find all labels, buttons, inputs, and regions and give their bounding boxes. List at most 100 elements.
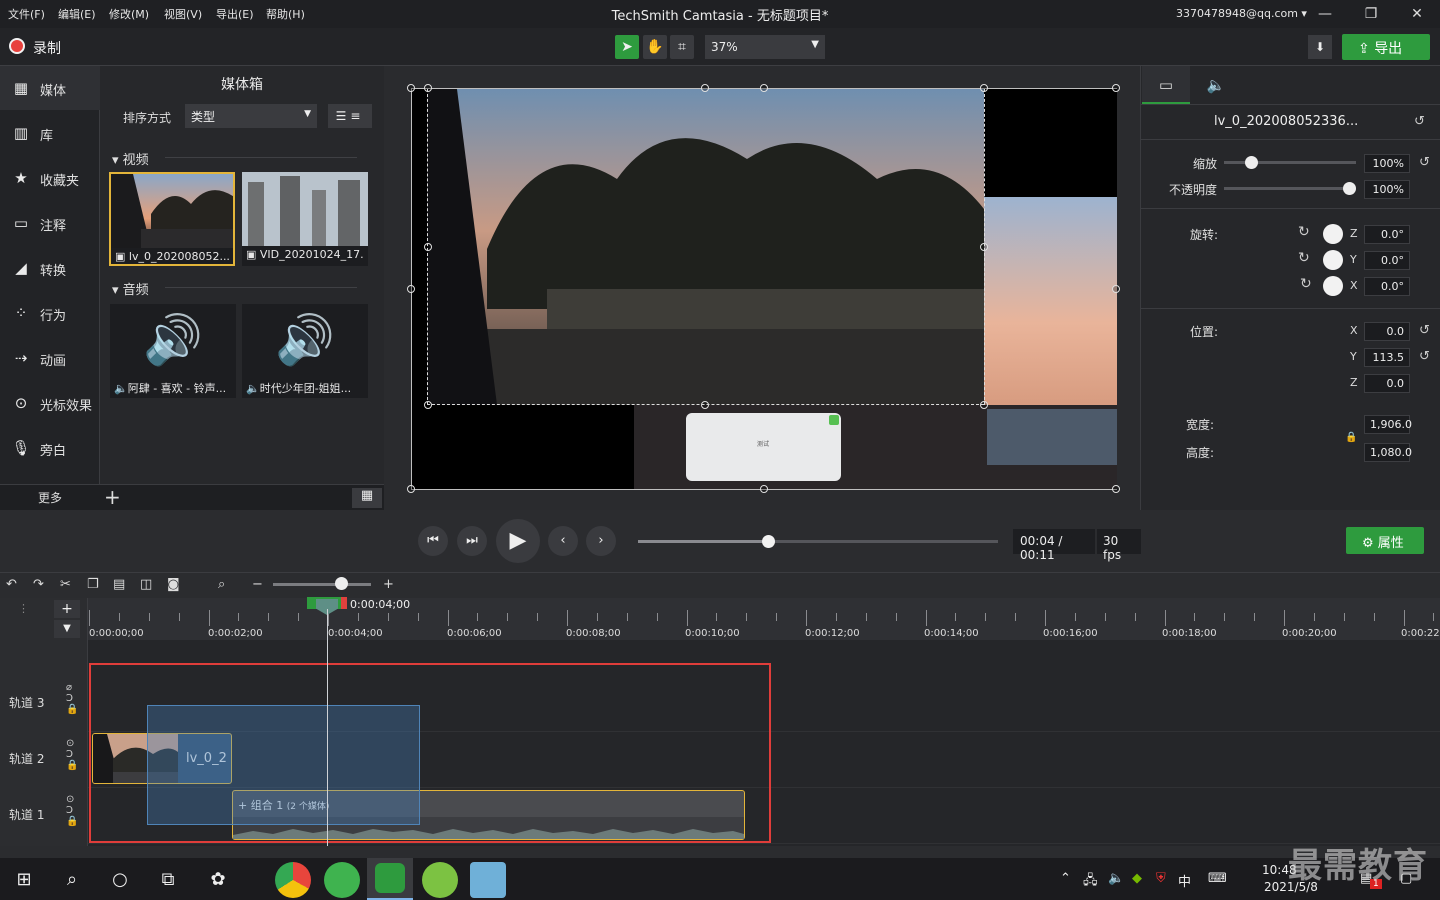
task-view-icon[interactable]: ⧉ bbox=[154, 866, 182, 894]
notepad-icon[interactable] bbox=[470, 862, 506, 898]
watermelon-app-icon[interactable] bbox=[422, 862, 458, 898]
properties-button[interactable]: ⚙ 属性 bbox=[1346, 527, 1424, 554]
resize-handle[interactable] bbox=[424, 243, 432, 251]
resize-handle[interactable] bbox=[1112, 485, 1120, 493]
rotation-z-dial[interactable] bbox=[1323, 224, 1343, 244]
undo-icon[interactable]: ↶ bbox=[6, 577, 17, 592]
windows-start-icon[interactable]: ⊞ bbox=[10, 866, 38, 894]
sidebar-item-cursor-effects[interactable]: ⊙ 光标效果 bbox=[0, 381, 100, 425]
lock-aspect-icon[interactable]: 🔒 bbox=[1345, 432, 1357, 443]
position-y-field[interactable]: 113.5 bbox=[1364, 348, 1410, 367]
height-field[interactable]: 1,080.0 bbox=[1364, 443, 1412, 462]
sort-dropdown[interactable]: 类型 ▼ bbox=[185, 104, 317, 128]
sidebar-item-animations[interactable]: ⇢ 动画 bbox=[0, 336, 100, 380]
scale-slider[interactable] bbox=[1224, 161, 1356, 164]
security-icon[interactable]: ⛨ bbox=[1156, 871, 1166, 886]
resize-handle[interactable] bbox=[407, 84, 415, 92]
opacity-slider[interactable] bbox=[1224, 187, 1356, 190]
resize-handle[interactable] bbox=[1112, 285, 1120, 293]
sidebar-item-media[interactable]: ▦ 媒体 bbox=[0, 66, 100, 110]
track-controls[interactable]: ⌀ Ↄ 🔒 bbox=[66, 682, 78, 715]
next-marker-icon[interactable]: › bbox=[586, 526, 616, 556]
sidebar-item-voice-narration[interactable]: 🎙 旁白 bbox=[0, 426, 100, 470]
media-thumb-video-1[interactable]: ▣ lv_0_202008052... bbox=[109, 172, 235, 266]
reset-icon[interactable]: ↺ bbox=[1419, 323, 1430, 338]
crop-tool-icon[interactable]: ⌗ bbox=[670, 35, 694, 59]
track-controls[interactable]: ⊙ Ↄ 🔒 bbox=[66, 794, 78, 827]
export-button[interactable]: ⇪ 导出 bbox=[1342, 34, 1430, 60]
playback-scrubber-knob[interactable] bbox=[761, 535, 775, 548]
canvas-video-frame[interactable]: 测试 bbox=[427, 89, 1117, 489]
add-track-icon[interactable]: + bbox=[54, 600, 80, 618]
resize-handle[interactable] bbox=[424, 401, 432, 409]
select-tool-icon[interactable]: ➤ bbox=[615, 35, 639, 59]
chevron-down-icon[interactable]: ▼ bbox=[54, 620, 80, 638]
rotation-z-field[interactable]: 0.0° bbox=[1364, 225, 1410, 244]
sort-order-icon[interactable]: ☰≡ bbox=[328, 104, 372, 128]
sidebar-item-library[interactable]: ▥ 库 bbox=[0, 111, 100, 155]
sidebar-item-favorites[interactable]: ★ 收藏夹 bbox=[0, 156, 100, 200]
minimize-icon[interactable]: — bbox=[1310, 4, 1340, 24]
media-thumb-video-2[interactable]: ▣ VID_20201024_17... bbox=[242, 172, 368, 266]
step-forward-icon[interactable]: ⏭ bbox=[457, 526, 487, 556]
redo-icon[interactable]: ↷ bbox=[33, 577, 44, 592]
cut-icon[interactable]: ✂ bbox=[60, 577, 71, 592]
reset-icon[interactable]: ↺ bbox=[1414, 114, 1425, 129]
ime-indicator[interactable]: 中 bbox=[1178, 871, 1191, 890]
sidebar-item-annotations[interactable]: ▭ 注释 bbox=[0, 201, 100, 245]
camtasia-taskbar-item[interactable] bbox=[367, 858, 413, 900]
chevron-up-icon[interactable]: ⌃ bbox=[1060, 871, 1071, 886]
timeline-zoom-slider[interactable] bbox=[273, 583, 371, 586]
reset-icon[interactable]: ↺ bbox=[1419, 349, 1430, 364]
position-x-field[interactable]: 0.0 bbox=[1364, 322, 1410, 341]
resize-handle[interactable] bbox=[407, 485, 415, 493]
step-back-icon[interactable]: ⏮ bbox=[418, 526, 448, 556]
width-field[interactable]: 1,906.0 bbox=[1364, 415, 1412, 434]
resize-handle[interactable] bbox=[424, 84, 432, 92]
more-button[interactable]: 更多 bbox=[38, 489, 62, 506]
horizontal-scrollbar[interactable] bbox=[88, 846, 1440, 858]
resize-handle[interactable] bbox=[1112, 84, 1120, 92]
cortana-icon[interactable]: ○ bbox=[106, 866, 134, 894]
pan-tool-icon[interactable]: ✋ bbox=[643, 35, 667, 59]
search-icon[interactable]: ⌕ bbox=[58, 866, 86, 894]
rotation-y-dial[interactable] bbox=[1323, 250, 1343, 270]
browser-green-icon[interactable] bbox=[324, 862, 360, 898]
audio-section-header[interactable]: ▾ 音频 bbox=[112, 279, 149, 298]
add-icon[interactable]: + bbox=[104, 485, 121, 509]
download-icon[interactable]: ⬇ bbox=[1308, 35, 1332, 59]
rotation-x-dial[interactable] bbox=[1323, 276, 1343, 296]
nvidia-icon[interactable]: ◆ bbox=[1132, 871, 1142, 886]
copy-icon[interactable]: ❐ bbox=[87, 577, 99, 592]
paste-icon[interactable]: ▤ bbox=[113, 577, 125, 592]
close-icon[interactable]: ✕ bbox=[1402, 4, 1432, 24]
sidebar-item-behaviors[interactable]: ⁘ 行为 bbox=[0, 291, 100, 335]
record-button[interactable]: 录制 bbox=[33, 38, 61, 58]
scale-field[interactable]: 100% bbox=[1364, 154, 1410, 173]
timeline-zoom-knob[interactable] bbox=[335, 577, 348, 590]
split-icon[interactable]: ◫ bbox=[140, 577, 152, 592]
snapshot-icon[interactable]: ◙ bbox=[167, 577, 180, 592]
app-pinwheel-icon[interactable]: ✿ bbox=[204, 866, 232, 894]
media-thumb-audio-1[interactable]: 🔊 🔈阿肆 - 喜欢 - 铃声... bbox=[110, 304, 236, 398]
tab-visual-properties[interactable]: ▭ bbox=[1142, 66, 1190, 104]
video-section-header[interactable]: ▾ 视频 bbox=[112, 149, 149, 168]
opacity-slider-knob[interactable] bbox=[1343, 182, 1356, 195]
rotation-x-field[interactable]: 0.0° bbox=[1364, 277, 1410, 296]
resize-handle[interactable] bbox=[701, 84, 709, 92]
tab-audio-properties[interactable]: 🔈 bbox=[1196, 66, 1236, 104]
volume-icon[interactable]: 🔈 bbox=[1108, 871, 1124, 886]
zoom-in-icon[interactable]: + bbox=[383, 577, 394, 592]
keyboard-icon[interactable]: ⌨ bbox=[1208, 871, 1227, 886]
zoom-out-icon[interactable]: − bbox=[252, 577, 263, 592]
resize-handle[interactable] bbox=[760, 84, 768, 92]
account-menu[interactable]: 3370478948@qq.com ▾ bbox=[1176, 7, 1307, 20]
play-icon[interactable]: ▶ bbox=[496, 519, 540, 563]
track-height-slider[interactable]: ⋮ bbox=[18, 602, 29, 615]
zoom-dropdown[interactable]: 37% ▼ bbox=[705, 35, 825, 59]
sidebar-item-transitions[interactable]: ◢ 转换 bbox=[0, 246, 100, 290]
resize-handle[interactable] bbox=[701, 401, 709, 409]
network-icon[interactable]: 🖧 bbox=[1083, 871, 1098, 893]
resize-handle[interactable] bbox=[760, 485, 768, 493]
previous-marker-icon[interactable]: ‹ bbox=[548, 526, 578, 556]
